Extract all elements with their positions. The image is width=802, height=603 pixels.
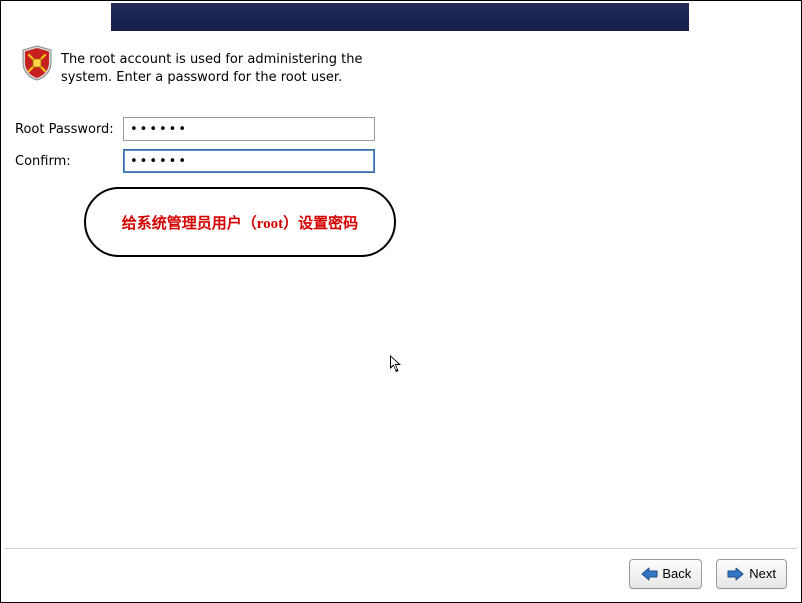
annotation-callout: 给系统管理员用户（root）设置密码 (84, 187, 396, 257)
next-button-label: Next (749, 566, 776, 581)
root-password-label: Root Password: (13, 122, 123, 137)
back-button-label: Back (662, 566, 691, 581)
header-row: The root account is used for administeri… (21, 45, 771, 86)
top-banner (111, 3, 689, 31)
arrow-left-icon (640, 567, 658, 581)
shield-icon (21, 45, 53, 81)
annotation-text: 给系统管理员用户（root）设置密码 (122, 212, 358, 233)
mouse-cursor-icon (389, 354, 405, 374)
header-description: The root account is used for administeri… (61, 45, 391, 86)
arrow-right-icon (727, 567, 745, 581)
root-password-row: Root Password: (13, 113, 375, 145)
back-button[interactable]: Back (629, 559, 702, 589)
root-password-input[interactable] (123, 117, 375, 141)
confirm-password-input[interactable] (123, 149, 375, 173)
password-form: Root Password: Confirm: (13, 113, 375, 177)
confirm-password-label: Confirm: (13, 154, 123, 169)
next-button[interactable]: Next (716, 559, 787, 589)
confirm-password-row: Confirm: (13, 145, 375, 177)
button-bar: Back Next (5, 548, 797, 598)
